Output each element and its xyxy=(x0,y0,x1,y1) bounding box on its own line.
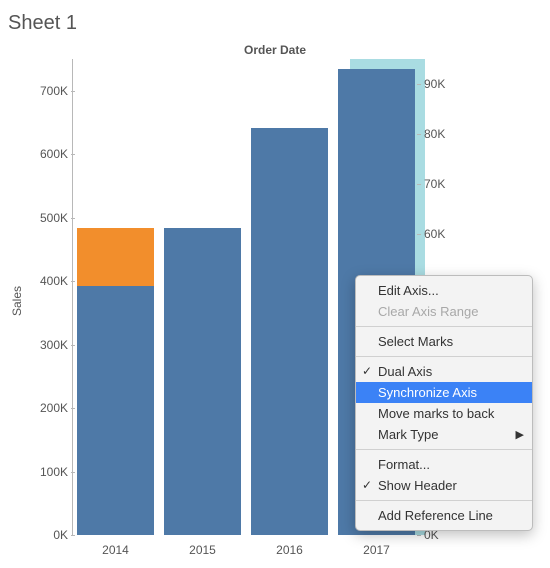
bar-orange[interactable] xyxy=(77,228,154,286)
chart-area: Order Date Sales 0K 100K 200K 300K 400K 500K 6… xyxy=(0,41,550,561)
context-menu-item-label: Synchronize Axis xyxy=(378,385,477,400)
context-menu-item-label: Dual Axis xyxy=(378,364,432,379)
context-menu-item-label: Move marks to back xyxy=(378,406,494,421)
context-menu-item-show-header[interactable]: ✓ Show Header xyxy=(356,475,532,496)
y-left-tick: 100K xyxy=(28,465,68,479)
context-menu-item-label: Mark Type xyxy=(378,427,438,442)
sheet-title: Sheet 1 xyxy=(0,0,550,41)
context-menu-separator xyxy=(356,326,532,327)
context-menu-item-label: Clear Axis Range xyxy=(378,304,478,319)
chevron-right-icon: ▶ xyxy=(516,428,524,441)
y-right-tick: 90K xyxy=(424,77,460,91)
x-axis-title: Order Date xyxy=(0,41,550,57)
bar-slot xyxy=(246,59,333,535)
context-menu-item-label: Select Marks xyxy=(378,334,453,349)
context-menu-item-format[interactable]: Format... xyxy=(356,454,532,475)
y-left-tick: 600K xyxy=(28,147,68,161)
context-menu-item-move-marks-to-back[interactable]: Move marks to back xyxy=(356,403,532,424)
x-category-label: 2015 xyxy=(159,543,246,557)
context-menu-item-add-reference-line[interactable]: Add Reference Line xyxy=(356,505,532,526)
bar-blue[interactable] xyxy=(164,228,241,535)
context-menu-item-edit-axis[interactable]: Edit Axis... xyxy=(356,280,532,301)
y-left-tick: 300K xyxy=(28,338,68,352)
check-icon: ✓ xyxy=(362,478,372,492)
x-category-label: 2016 xyxy=(246,543,333,557)
y-right-tick: 70K xyxy=(424,177,460,191)
context-menu-item-mark-type[interactable]: Mark Type ▶ xyxy=(356,424,532,445)
bar-blue[interactable] xyxy=(251,128,328,535)
context-menu-item-label: Edit Axis... xyxy=(378,283,439,298)
context-menu-separator xyxy=(356,356,532,357)
y-axis-title: Sales xyxy=(10,286,24,316)
bar-slot xyxy=(72,59,159,535)
x-category-label: 2017 xyxy=(333,543,420,557)
x-category-label: 2014 xyxy=(72,543,159,557)
y-left-tick: 400K xyxy=(28,274,68,288)
context-menu-separator xyxy=(356,500,532,501)
check-icon: ✓ xyxy=(362,364,372,378)
y-right-tick: 80K xyxy=(424,127,460,141)
bar-blue[interactable] xyxy=(77,286,154,535)
y-left-tick: 200K xyxy=(28,401,68,415)
context-menu-item-dual-axis[interactable]: ✓ Dual Axis xyxy=(356,361,532,382)
y-right-tick: 60K xyxy=(424,227,460,241)
context-menu-item-select-marks[interactable]: Select Marks xyxy=(356,331,532,352)
y-left-tick: 700K xyxy=(28,84,68,98)
context-menu-item-clear-axis-range: Clear Axis Range xyxy=(356,301,532,322)
y-left-tick: 0K xyxy=(28,528,68,542)
y-left-tick: 500K xyxy=(28,211,68,225)
context-menu-item-synchronize-axis[interactable]: Synchronize Axis xyxy=(356,382,532,403)
bar-slot xyxy=(159,59,246,535)
context-menu-separator xyxy=(356,449,532,450)
context-menu-item-label: Format... xyxy=(378,457,430,472)
context-menu-item-label: Show Header xyxy=(378,478,457,493)
axis-context-menu[interactable]: Edit Axis... Clear Axis Range Select Marks… xyxy=(355,275,533,531)
context-menu-item-label: Add Reference Line xyxy=(378,508,493,523)
